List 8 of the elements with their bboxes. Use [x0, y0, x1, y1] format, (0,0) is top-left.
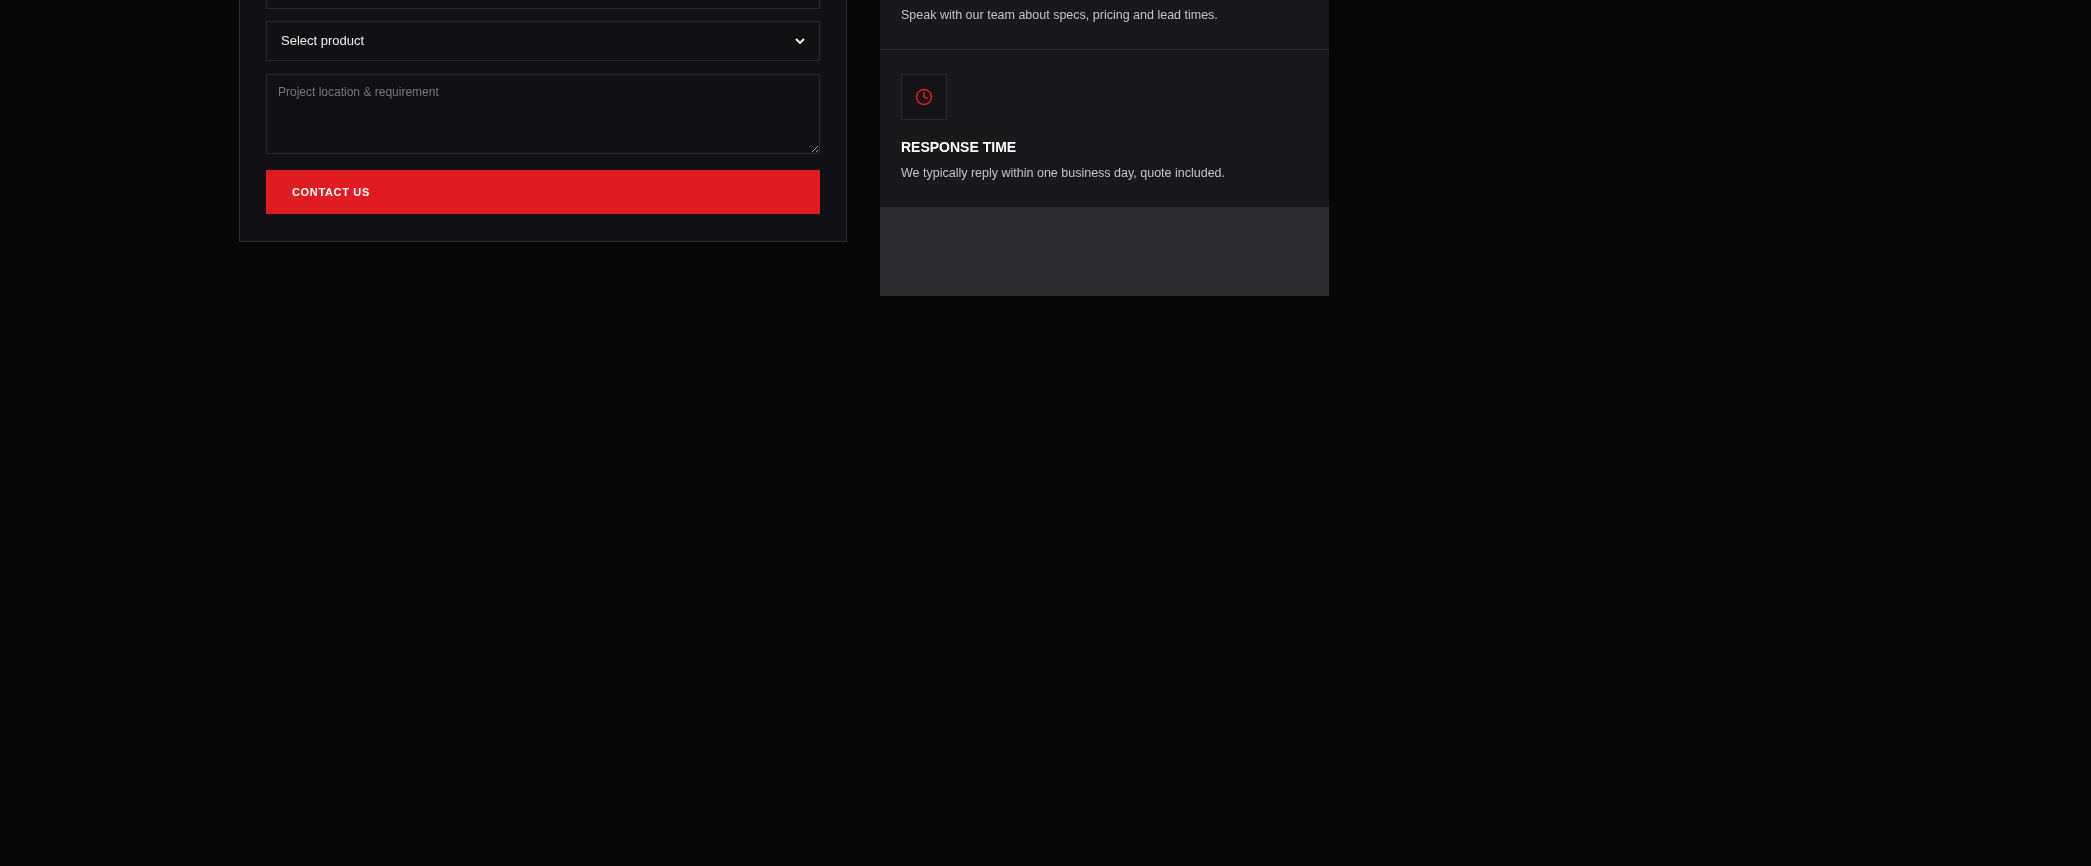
- card-title: RESPONSE TIME: [901, 138, 1018, 157]
- card-description: We typically reply within one business day, quote included.: [901, 165, 1227, 182]
- contact-button[interactable]: CONTACT US: [266, 170, 820, 214]
- clock-icon: [915, 88, 933, 106]
- card-description: Speak with our team about specs, pricing and lead times.: [901, 7, 1219, 24]
- requirement-field[interactable]: Project location & requirement: [266, 74, 820, 154]
- chevron-down-icon: [795, 37, 805, 45]
- product-select[interactable]: Select product: [266, 21, 820, 61]
